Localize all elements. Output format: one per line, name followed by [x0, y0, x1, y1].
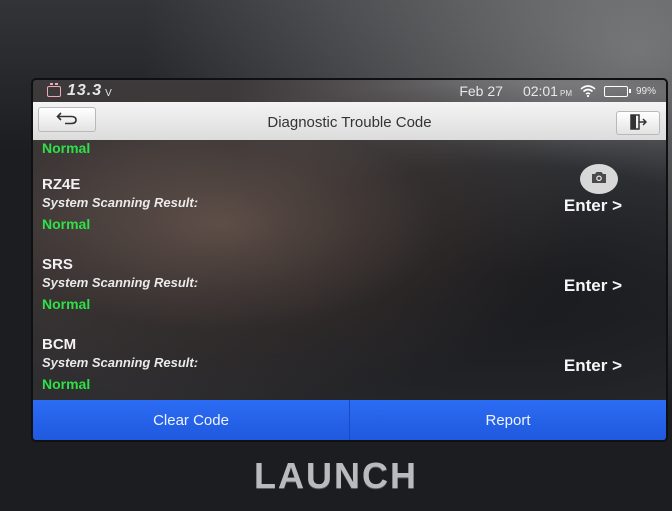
scan-label: System Scanning Result: — [42, 355, 199, 370]
system-item-bcm[interactable]: BCM System Scanning Result: Normal Enter… — [33, 334, 666, 398]
voltage-unit: V — [105, 88, 112, 99]
enter-button[interactable]: Enter > — [564, 356, 622, 376]
device-screen: 13.3 V Feb 27 02:01 PM 99% Diagnostic Tr… — [33, 80, 666, 440]
enter-button[interactable]: Enter > — [564, 196, 622, 216]
clear-code-button[interactable]: Clear Code — [33, 400, 349, 440]
scan-label: System Scanning Result: — [42, 195, 199, 210]
voltage-readout: 13.3 — [67, 82, 103, 99]
title-bar: Diagnostic Trouble Code — [33, 102, 666, 140]
car-battery-icon — [47, 82, 61, 97]
exit-door-icon — [629, 113, 648, 133]
system-item-rz4e[interactable]: RZ4E System Scanning Result: Normal Ente… — [33, 174, 666, 238]
system-list: Normal RZ4E System Scanning Result: Norm… — [33, 140, 666, 402]
camera-icon — [591, 171, 607, 187]
status-ampm: PM — [559, 88, 572, 98]
exit-button[interactable] — [616, 111, 660, 135]
system-item-srs[interactable]: SRS System Scanning Result: Normal Enter… — [33, 254, 666, 318]
status-right: Feb 27 02:01 PM 99% — [459, 83, 656, 99]
bottom-action-bar: Clear Code Report — [33, 400, 666, 440]
system-name: BCM — [42, 336, 77, 353]
scan-result: Normal — [42, 296, 91, 312]
status-date: Feb 27 — [459, 83, 503, 99]
page-title: Diagnostic Trouble Code — [267, 114, 432, 131]
device-brand-logo: LAUNCH — [254, 455, 418, 496]
screenshot-camera-button[interactable] — [580, 164, 618, 194]
scan-result: Normal — [42, 216, 91, 232]
battery-percent: 99% — [635, 85, 656, 97]
battery-icon — [603, 85, 631, 97]
wifi-icon — [580, 85, 596, 97]
system-name: SRS — [42, 256, 73, 273]
report-button[interactable]: Report — [349, 400, 666, 440]
enter-button[interactable]: Enter > — [564, 276, 622, 296]
status-bar: 13.3 V Feb 27 02:01 PM 99% — [33, 80, 666, 102]
system-name: RZ4E — [42, 176, 81, 193]
scan-label: System Scanning Result: — [42, 275, 199, 290]
scan-result: Normal — [42, 376, 91, 392]
partial-top-result: Normal — [42, 140, 91, 156]
status-time: 02:01 — [522, 83, 558, 99]
status-left: 13.3 V — [47, 82, 112, 100]
